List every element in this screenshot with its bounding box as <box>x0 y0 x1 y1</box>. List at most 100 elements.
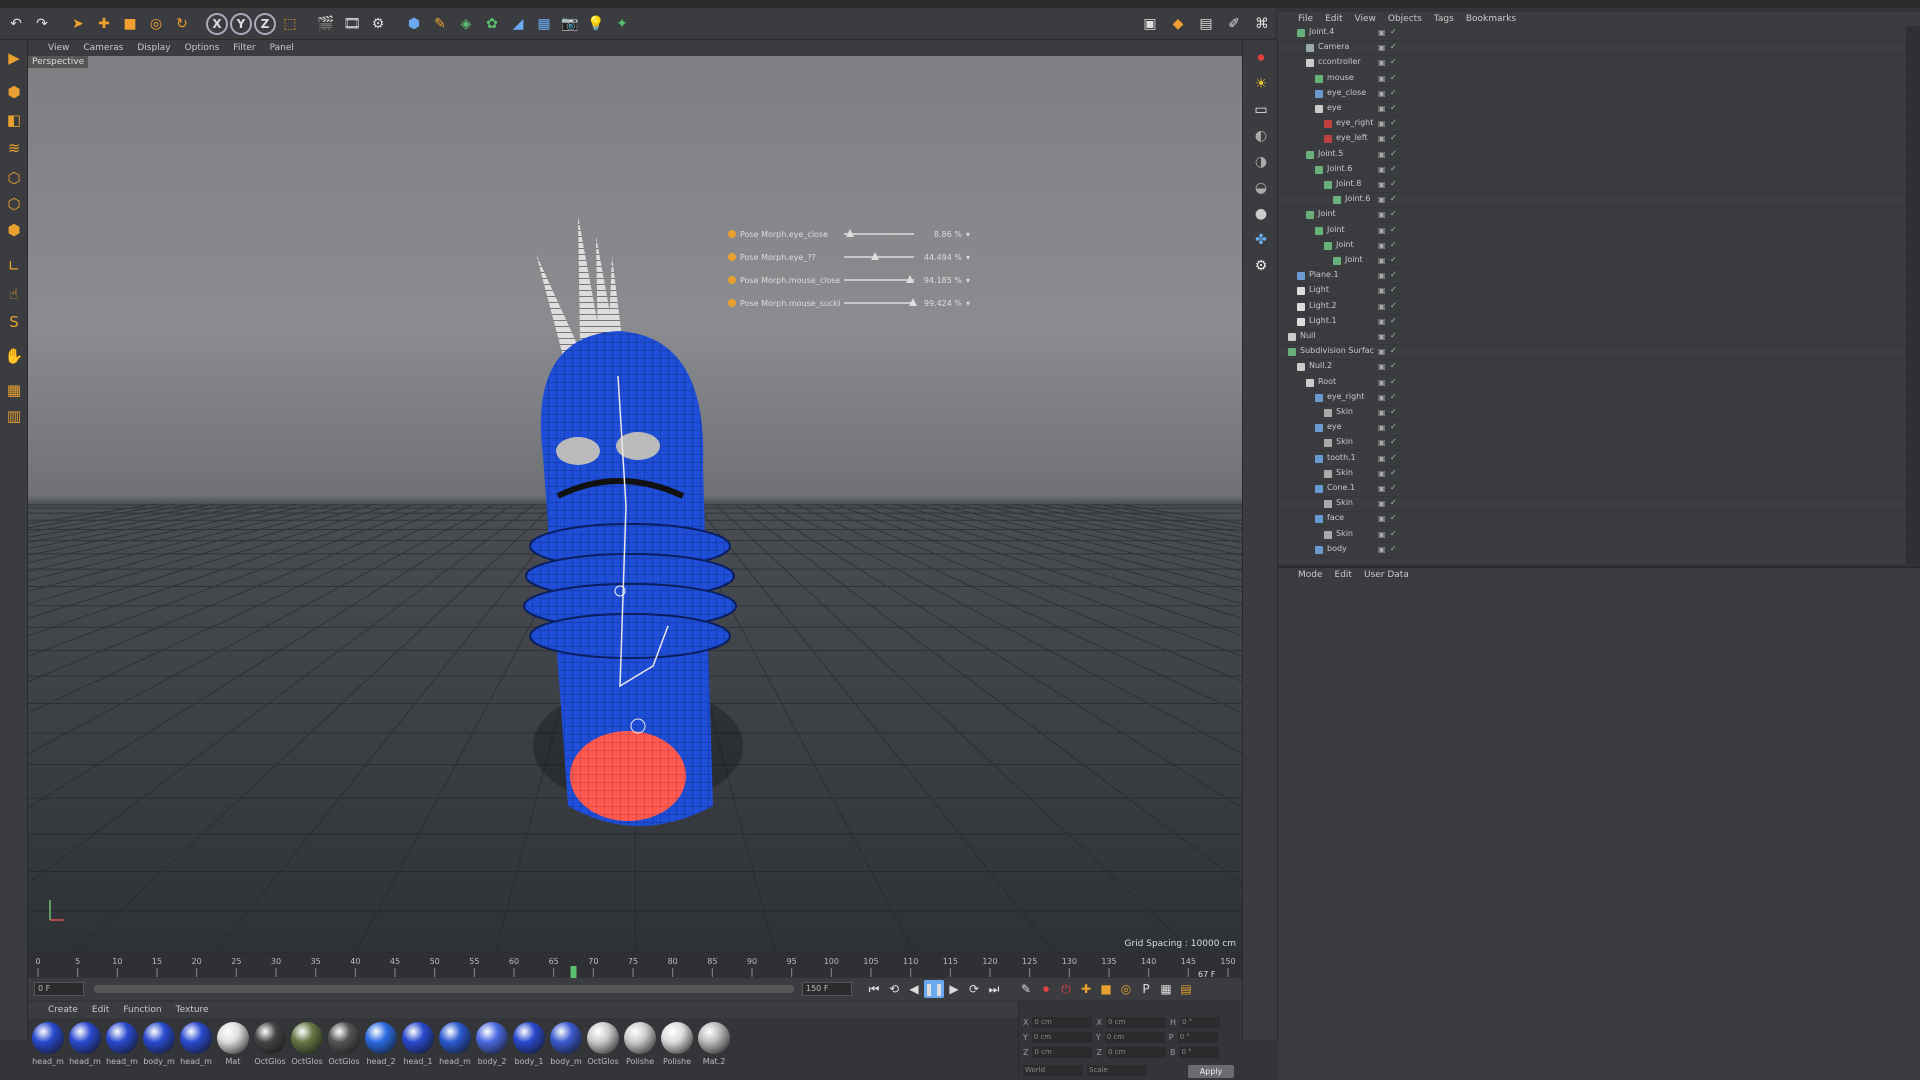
go-to-end-icon[interactable]: ⏭ <box>984 980 1004 998</box>
enabled-check-icon[interactable]: ✓ <box>1390 544 1397 553</box>
enabled-check-icon[interactable]: ✓ <box>1390 88 1397 97</box>
render-view-icon[interactable]: 🎬 <box>314 12 338 36</box>
camera-icon[interactable]: 📷 <box>558 12 582 36</box>
object-row[interactable]: face ▣ ✓ <box>1278 512 1906 528</box>
animate-dot-icon[interactable] <box>728 253 736 261</box>
go-to-start-icon[interactable]: ⏮ <box>864 980 884 998</box>
animate-dot-icon[interactable] <box>728 276 736 284</box>
texture-mode-icon[interactable]: ◧ <box>2 108 26 132</box>
scale-tool-icon[interactable]: ■ <box>118 12 142 36</box>
object-row[interactable]: Skin ▣ ✓ <box>1278 436 1906 452</box>
redo-icon[interactable]: ↷ <box>30 12 54 36</box>
enabled-check-icon[interactable]: ✓ <box>1390 407 1397 416</box>
animate-dot-icon[interactable] <box>728 299 736 307</box>
layer-checkbox-icon[interactable]: ▣ <box>1378 104 1386 113</box>
material-thumbnail[interactable]: head_m <box>104 1022 140 1066</box>
layer-checkbox-icon[interactable]: ▣ <box>1378 423 1386 432</box>
layer-checkbox-icon[interactable]: ▣ <box>1378 226 1386 235</box>
object-row[interactable]: eye_close ▣ ✓ <box>1278 87 1906 102</box>
object-row[interactable]: eye_left ▣ ✓ <box>1278 132 1906 148</box>
rig-icon[interactable]: ✤ <box>1249 228 1273 252</box>
layer-checkbox-icon[interactable]: ▣ <box>1378 393 1386 402</box>
layer-checkbox-icon[interactable]: ▣ <box>1378 74 1386 83</box>
layer-checkbox-icon[interactable]: ▣ <box>1378 530 1386 539</box>
spline-pen-icon[interactable]: ✎ <box>428 12 452 36</box>
obj-menu-objects[interactable]: Objects <box>1388 14 1422 24</box>
end-frame-field[interactable]: 150 F <box>802 982 852 996</box>
enabled-check-icon[interactable]: ✓ <box>1390 498 1397 507</box>
lock-workplane-icon[interactable]: ▦ <box>2 378 26 402</box>
layer-checkbox-icon[interactable]: ▣ <box>1378 210 1386 219</box>
play-pause-icon[interactable]: ❚❚ <box>924 980 944 998</box>
object-row[interactable]: Skin ▣ ✓ <box>1278 497 1906 513</box>
object-row[interactable]: Skin ▣ ✓ <box>1278 406 1906 421</box>
attr-menu-mode[interactable]: Mode <box>1298 570 1323 580</box>
model-mode-icon[interactable]: ⬢ <box>2 80 26 104</box>
next-key-icon[interactable]: ⟳ <box>964 980 984 998</box>
pose-morph-value[interactable]: 44.494 % <box>918 253 962 262</box>
coord-position-field[interactable]: 0 cm <box>1032 1046 1093 1058</box>
layer-checkbox-icon[interactable]: ▣ <box>1378 271 1386 280</box>
enabled-check-icon[interactable]: ✓ <box>1390 453 1397 462</box>
viewport-menu-filter[interactable]: Filter <box>233 43 255 53</box>
apply-button[interactable]: Apply <box>1188 1065 1234 1078</box>
object-row[interactable]: Skin ▣ ✓ <box>1278 467 1906 482</box>
enabled-check-icon[interactable]: ✓ <box>1390 513 1397 522</box>
enabled-check-icon[interactable]: ✓ <box>1390 118 1397 127</box>
mat-menu-function[interactable]: Function <box>123 1005 161 1015</box>
enabled-check-icon[interactable]: ✓ <box>1390 133 1397 142</box>
object-row[interactable]: Light ▣ ✓ <box>1278 284 1906 300</box>
light-icon[interactable]: 💡 <box>584 12 608 36</box>
object-row[interactable]: eye ▣ ✓ <box>1278 421 1906 437</box>
workplane-icon[interactable]: ≋ <box>2 136 26 160</box>
object-row[interactable]: Joint ▣ ✓ <box>1278 254 1906 269</box>
object-row[interactable]: Cone.1 ▣ ✓ <box>1278 482 1906 497</box>
coord-size-field[interactable]: 0 cm <box>1105 1046 1166 1058</box>
material-thumbnail[interactable]: OctGlos <box>289 1022 325 1066</box>
coord-mode-scale[interactable]: Scale <box>1087 1064 1147 1076</box>
pose-morph-thumb[interactable] <box>905 275 914 283</box>
enabled-check-icon[interactable]: ✓ <box>1390 103 1397 112</box>
object-row[interactable]: eye ▣ ✓ <box>1278 102 1906 117</box>
enabled-check-icon[interactable]: ✓ <box>1390 27 1397 36</box>
animate-dot-icon[interactable] <box>728 230 736 238</box>
material-thumbnail[interactable]: head_m <box>30 1022 66 1066</box>
material-thumbnail[interactable]: Polishe <box>659 1022 695 1066</box>
object-row[interactable]: mouse ▣ ✓ <box>1278 72 1906 87</box>
layer-checkbox-icon[interactable]: ▣ <box>1378 469 1386 478</box>
script-icon[interactable]: ✐ <box>1222 12 1246 36</box>
enabled-check-icon[interactable]: ✓ <box>1390 483 1397 492</box>
viewport-menu-panel[interactable]: Panel <box>270 43 294 53</box>
object-row[interactable]: Null ▣ ✓ <box>1278 330 1906 345</box>
enabled-check-icon[interactable]: ✓ <box>1390 316 1397 325</box>
sun-light-icon[interactable]: ☀ <box>1249 72 1273 96</box>
layer-checkbox-icon[interactable]: ▣ <box>1378 362 1386 371</box>
object-row[interactable]: Root ▣ ✓ <box>1278 376 1906 391</box>
material-thumbnail[interactable]: body_m <box>548 1022 584 1066</box>
y-axis-lock-icon[interactable]: Y <box>230 12 252 35</box>
object-row[interactable]: eye_right ▣ ✓ <box>1278 391 1906 406</box>
make-editable-icon[interactable]: ▶ <box>2 46 26 70</box>
settings-gear-icon[interactable]: ⚙ <box>1249 254 1273 278</box>
undo-icon[interactable]: ↶ <box>4 12 28 36</box>
layer-checkbox-icon[interactable]: ▣ <box>1378 165 1386 174</box>
layer-checkbox-icon[interactable]: ▣ <box>1378 438 1386 447</box>
coord-size-field[interactable]: 0 cm <box>1104 1031 1165 1043</box>
viewport-menu-options[interactable]: Options <box>185 43 220 53</box>
material-thumbnail[interactable]: head_2 <box>363 1022 399 1066</box>
scene-settings-icon[interactable]: ✦ <box>610 12 634 36</box>
select-arrow-icon[interactable]: ➤ <box>66 12 90 36</box>
pose-morph-track[interactable] <box>844 275 914 283</box>
previous-key-icon[interactable]: ⟲ <box>884 980 904 998</box>
keyframe-selection-icon[interactable]: ✎ <box>1016 980 1036 998</box>
object-row[interactable]: body ▣ ✓ <box>1278 543 1906 558</box>
mat-menu-texture[interactable]: Texture <box>176 1005 209 1015</box>
move-tool-icon[interactable]: ✚ <box>92 12 116 36</box>
layer-checkbox-icon[interactable]: ▣ <box>1378 28 1386 37</box>
obj-menu-tags[interactable]: Tags <box>1434 14 1454 24</box>
enabled-check-icon[interactable]: ✓ <box>1390 422 1397 431</box>
layer-checkbox-icon[interactable]: ▣ <box>1378 302 1386 311</box>
previous-frame-icon[interactable]: ◀ <box>904 980 924 998</box>
layer-checkbox-icon[interactable]: ▣ <box>1378 119 1386 128</box>
layer-checkbox-icon[interactable]: ▣ <box>1378 43 1386 52</box>
